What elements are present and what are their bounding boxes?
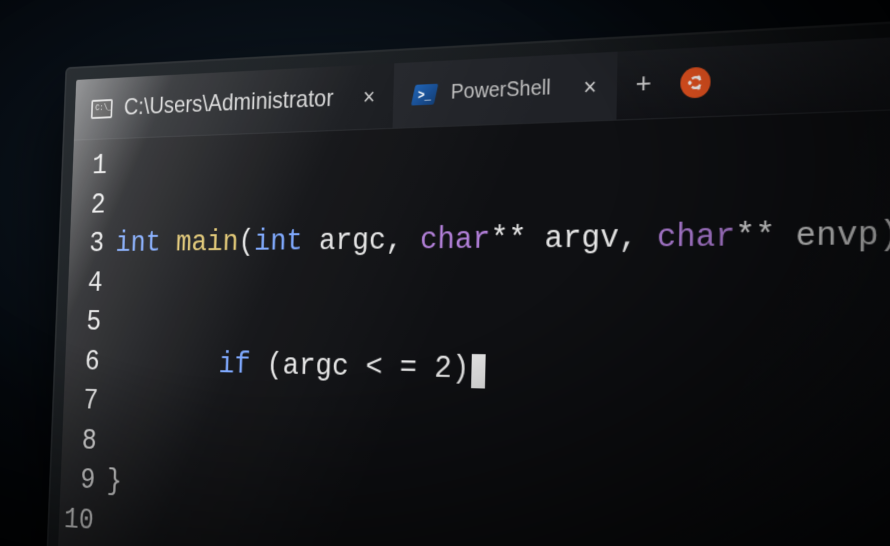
code-editor[interactable]: 1 2 3 4 5 6 7 8 9 10 int main(int argc, … xyxy=(55,106,890,546)
line-number: 7 xyxy=(63,381,99,421)
line-number: 2 xyxy=(71,186,107,226)
tab-cmd-label: C:\Users\Administrator xyxy=(123,84,333,121)
code-line-1: int main(int argc, char** argv, char** e… xyxy=(115,211,890,264)
code-area[interactable]: int main(int argc, char** argv, char** e… xyxy=(71,115,890,546)
cmd-icon xyxy=(91,98,113,120)
line-number: 4 xyxy=(68,264,104,303)
tab-powershell-label: PowerShell xyxy=(451,76,551,105)
ubuntu-button[interactable] xyxy=(669,46,722,117)
line-number: 6 xyxy=(65,342,101,382)
powershell-icon: >_ xyxy=(412,82,437,106)
screen: C:\Users\Administrator × >_ PowerShell ×… xyxy=(55,31,890,546)
line-number: 9 xyxy=(60,460,96,501)
text-cursor xyxy=(471,354,486,388)
line-number: 1 xyxy=(72,147,108,187)
new-tab-button[interactable]: + xyxy=(617,49,671,120)
line-number: 5 xyxy=(66,303,102,343)
code-line-2: if (argc < = 2) xyxy=(110,343,890,405)
monitor-scene: C:\Users\Administrator × >_ PowerShell ×… xyxy=(55,31,890,546)
tab-powershell[interactable]: >_ PowerShell × xyxy=(393,52,618,128)
tab-powershell-close-icon[interactable]: × xyxy=(583,75,597,99)
code-line-3: } xyxy=(106,462,890,546)
line-number: 3 xyxy=(69,225,105,264)
line-number: 10 xyxy=(58,500,94,542)
ubuntu-icon xyxy=(680,66,711,98)
tab-cmd-close-icon[interactable]: × xyxy=(363,85,376,108)
line-number: 8 xyxy=(61,421,97,462)
